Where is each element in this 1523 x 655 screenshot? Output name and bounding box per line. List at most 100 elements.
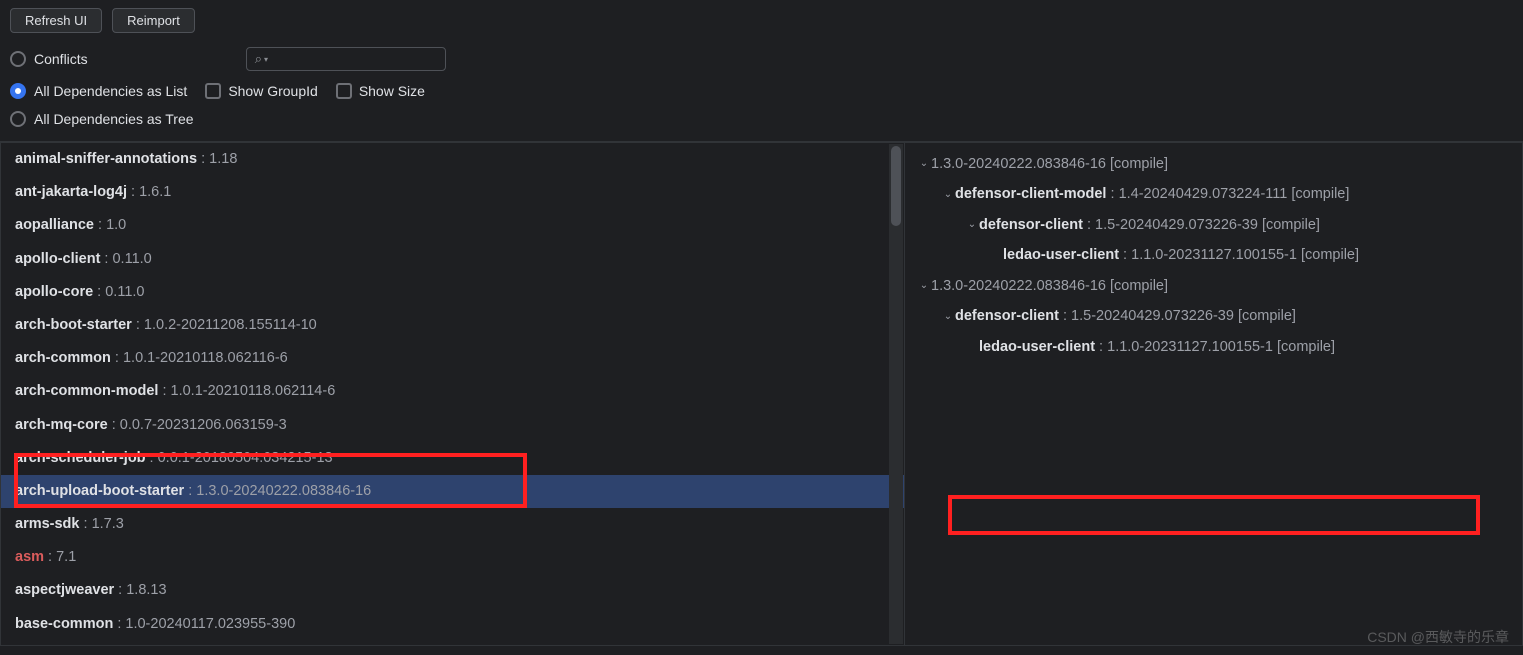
dependency-name: arms-sdk <box>15 516 79 532</box>
chevron-down-icon[interactable]: ⌄ <box>941 187 955 203</box>
dependency-name: arch-common <box>15 350 111 366</box>
reimport-button[interactable]: Reimport <box>112 8 195 33</box>
refresh-ui-button[interactable]: Refresh UI <box>10 8 102 33</box>
list-item[interactable]: animal-sniffer-annotations : 1.18 <box>1 143 904 176</box>
list-item[interactable]: arch-scheduler-job : 0.0.1-20180504.0342… <box>1 442 904 475</box>
chevron-down-icon[interactable]: ⌄ <box>965 217 979 233</box>
dependency-scope: [compile] <box>1238 308 1296 324</box>
chevron-down-icon[interactable]: ⌄ <box>917 278 931 294</box>
watermark: CSDN @西敏寺的乐章 <box>1367 627 1509 647</box>
dependency-name: aopalliance <box>15 217 94 233</box>
radio-all-tree-label: All Dependencies as Tree <box>34 111 194 127</box>
checkbox-show-size[interactable]: Show Size <box>336 83 425 99</box>
dependency-version: : 7.1 <box>44 549 76 565</box>
dependency-name: defensor-client <box>955 308 1059 324</box>
dependency-version: 1.3.0-20240222.083846-16 <box>931 278 1110 294</box>
dependency-name: animal-sniffer-annotations <box>15 151 197 167</box>
scrollbar[interactable] <box>889 144 903 644</box>
dependency-name: arch-scheduler-job <box>15 450 146 466</box>
tree-row[interactable]: ledao-user-client : 1.1.0-20231127.10015… <box>905 240 1522 270</box>
list-item[interactable]: arch-common-model : 1.0.1-20210118.06211… <box>1 375 904 408</box>
dependency-version: 1.5-20240429.073226-39 <box>1071 308 1238 324</box>
radio-all-tree[interactable]: All Dependencies as Tree <box>10 111 194 127</box>
dependency-name: asm <box>15 549 44 565</box>
tree-row[interactable]: ⌄1.3.0-20240222.083846-16 [compile] <box>905 149 1522 179</box>
dependency-list-pane: animal-sniffer-annotations : 1.18ant-jak… <box>0 142 905 646</box>
checkbox-show-size-label: Show Size <box>359 83 425 99</box>
dependency-scope: [compile] <box>1262 217 1320 233</box>
tree-row[interactable]: ⌄defensor-client-model : 1.4-20240429.07… <box>905 179 1522 209</box>
list-item[interactable]: apollo-client : 0.11.0 <box>1 243 904 276</box>
dependency-tree-pane: ⌄1.3.0-20240222.083846-16 [compile]⌄defe… <box>905 142 1523 646</box>
dependency-version: : 1.7.3 <box>79 516 123 532</box>
toolbar: Refresh UI Reimport <box>0 0 1523 41</box>
list-item[interactable]: arch-mq-core : 0.0.7-20231206.063159-3 <box>1 409 904 442</box>
list-item[interactable]: arms-sdk : 1.7.3 <box>1 508 904 541</box>
dependency-scope: [compile] <box>1301 247 1359 263</box>
chevron-down-icon: ▾ <box>264 55 268 64</box>
list-item[interactable]: arch-common : 1.0.1-20210118.062116-6 <box>1 342 904 375</box>
tree-row[interactable]: ⌄defensor-client : 1.5-20240429.073226-3… <box>905 210 1522 240</box>
dependency-name: aspectjweaver <box>15 582 114 598</box>
list-item[interactable]: aopalliance : 1.0 <box>1 209 904 242</box>
dependency-version: 1.1.0-20231127.100155-1 <box>1107 339 1277 355</box>
checkbox-show-groupid-label: Show GroupId <box>228 83 318 99</box>
dependency-name: arch-common-model <box>15 383 158 399</box>
dependency-name: ledao-user-client <box>979 339 1095 355</box>
dependency-name: apollo-core <box>15 284 93 300</box>
dependency-name: base-common <box>15 616 113 632</box>
checkbox-icon <box>336 83 352 99</box>
dependency-name: apollo-client <box>15 251 100 267</box>
radio-conflicts-label: Conflicts <box>34 51 88 67</box>
chevron-down-icon[interactable]: ⌄ <box>941 309 955 325</box>
dependency-scope: [compile] <box>1110 156 1168 172</box>
dependency-version: : 1.0.2-20211208.155114-10 <box>132 317 317 333</box>
list-item[interactable]: bcprov-jdk15on : 1.67 <box>1 641 904 646</box>
dependency-version: : 1.6.1 <box>127 184 171 200</box>
list-item[interactable]: arch-boot-starter : 1.0.2-20211208.15511… <box>1 309 904 342</box>
checkbox-show-groupid[interactable]: Show GroupId <box>205 83 318 99</box>
radio-icon <box>10 51 26 67</box>
radio-icon <box>10 83 26 99</box>
list-item[interactable]: asm : 7.1 <box>1 541 904 574</box>
dependency-version: : 0.11.0 <box>100 251 151 267</box>
dependency-version: : 1.8.13 <box>114 582 166 598</box>
radio-icon <box>10 111 26 127</box>
radio-all-list-label: All Dependencies as List <box>34 83 187 99</box>
dependency-version: : 0.0.7-20231206.063159-3 <box>108 417 287 433</box>
dependency-version: : 0.0.1-20180504.034215-13 <box>146 450 333 466</box>
tree-row[interactable]: ⌄defensor-client : 1.5-20240429.073226-3… <box>905 301 1522 331</box>
dependency-scope: [compile] <box>1110 278 1168 294</box>
dependency-version: 1.3.0-20240222.083846-16 <box>931 156 1110 172</box>
list-item[interactable]: arch-upload-boot-starter : 1.3.0-2024022… <box>1 475 904 508</box>
dependency-version: : 1.0-20240117.023955-390 <box>113 616 295 632</box>
dependency-version: 1.5-20240429.073226-39 <box>1095 217 1262 233</box>
tree-row[interactable]: ledao-user-client : 1.1.0-20231127.10015… <box>905 332 1522 362</box>
dependency-version: : 1.0 <box>94 217 126 233</box>
dependency-version: : 1.3.0-20240222.083846-16 <box>184 483 371 499</box>
list-item[interactable]: ant-jakarta-log4j : 1.6.1 <box>1 176 904 209</box>
dependency-version: : 0.11.0 <box>93 284 144 300</box>
tree-row[interactable]: ⌄1.3.0-20240222.083846-16 [compile] <box>905 271 1522 301</box>
dependency-name: defensor-client-model <box>955 186 1106 202</box>
view-options: Conflicts ⌕ ▾ All Dependencies as List S… <box>0 41 1523 141</box>
dependency-version: 1.4-20240429.073224-111 <box>1119 186 1292 202</box>
dependency-name: arch-boot-starter <box>15 317 132 333</box>
radio-all-list[interactable]: All Dependencies as List <box>10 83 187 99</box>
search-icon: ⌕ <box>255 51 262 67</box>
dependency-scope: [compile] <box>1291 186 1349 202</box>
list-item[interactable]: apollo-core : 0.11.0 <box>1 276 904 309</box>
scrollbar-thumb[interactable] <box>891 146 901 226</box>
dependency-version: : 1.0.1-20210118.062116-6 <box>111 350 288 366</box>
search-input[interactable]: ⌕ ▾ <box>246 47 446 71</box>
chevron-down-icon[interactable]: ⌄ <box>917 156 931 172</box>
dependency-version: : 1.0.1-20210118.062114-6 <box>158 383 335 399</box>
dependency-name: defensor-client <box>979 217 1083 233</box>
dependency-name: ant-jakarta-log4j <box>15 184 127 200</box>
dependency-version: : 1.18 <box>197 151 237 167</box>
radio-conflicts[interactable]: Conflicts <box>10 51 88 67</box>
dependency-name: arch-upload-boot-starter <box>15 483 184 499</box>
list-item[interactable]: aspectjweaver : 1.8.13 <box>1 574 904 607</box>
checkbox-icon <box>205 83 221 99</box>
list-item[interactable]: base-common : 1.0-20240117.023955-390 <box>1 608 904 641</box>
